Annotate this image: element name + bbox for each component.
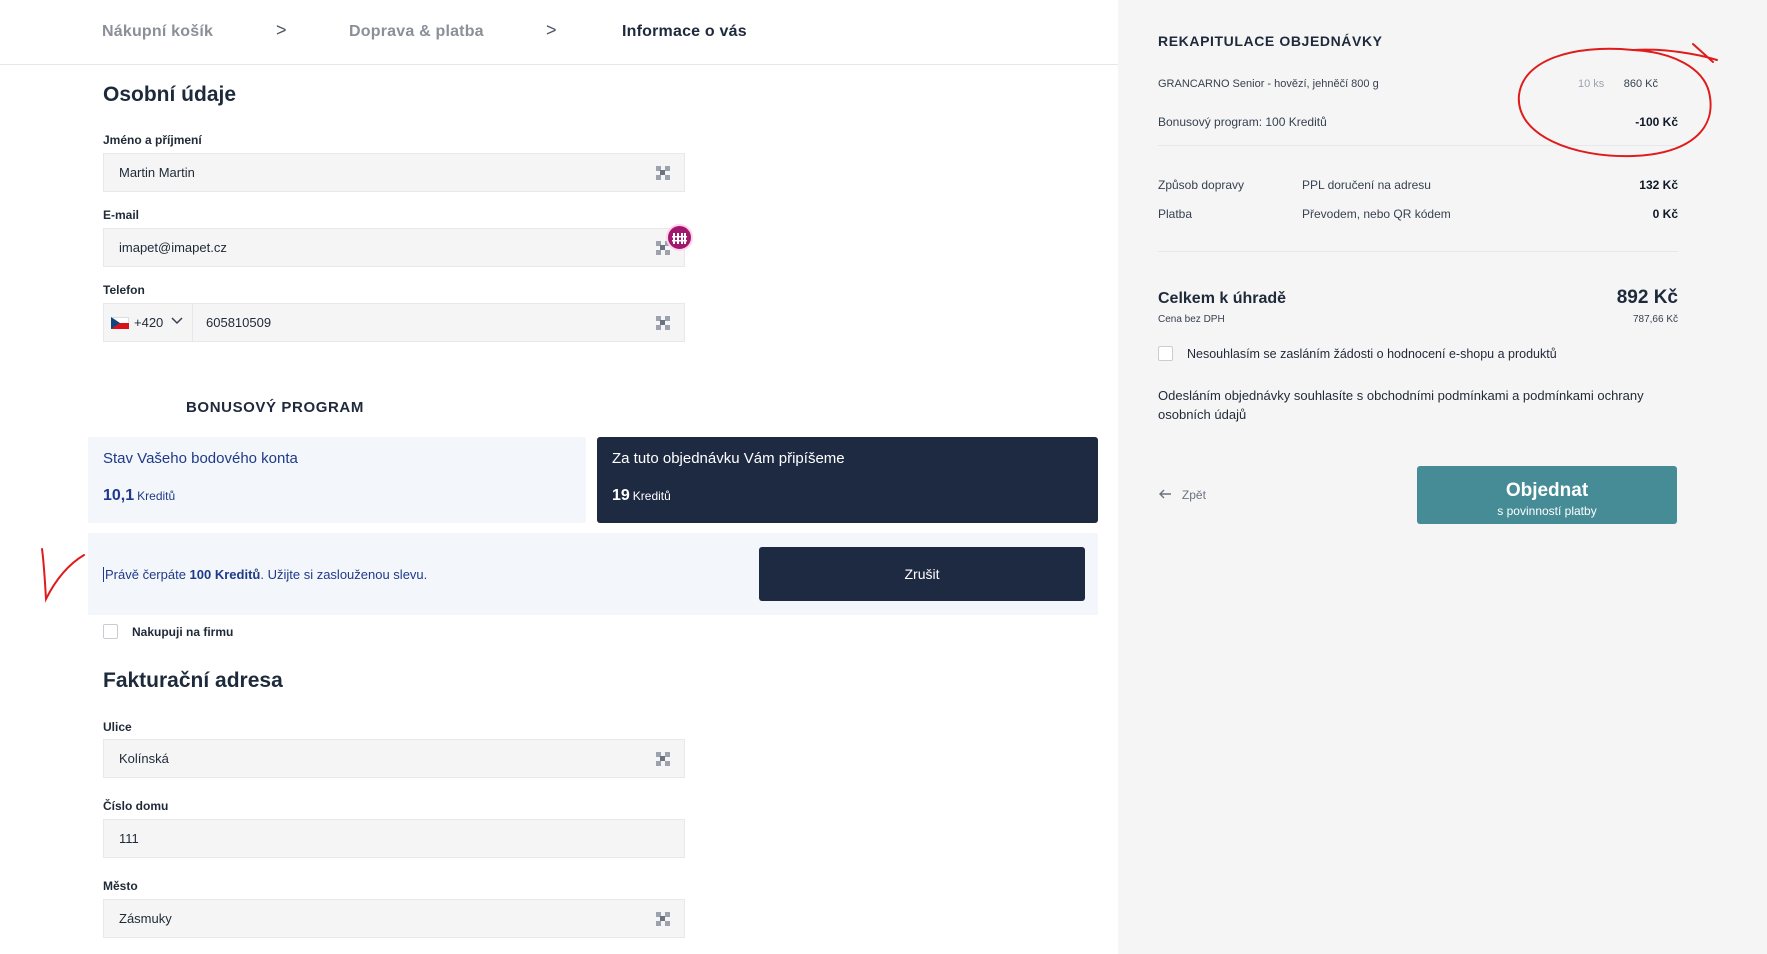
autofill-icon[interactable] xyxy=(656,316,670,330)
redeem-suffix: . Užijte si zaslouženou slevu. xyxy=(260,567,428,582)
bonus-redeem-text: Právě čerpáte 100 Kreditů. Užijte si zas… xyxy=(103,567,427,582)
phone-input[interactable]: +420 605810509 xyxy=(103,303,685,342)
shipping-method: PPL doručení na adresu xyxy=(1302,178,1431,192)
bonus-balance-value: 10,1 Kreditů xyxy=(103,487,175,505)
bonus-redeem-box: Právě čerpáte 100 Kreditů. Užijte si zas… xyxy=(88,533,1098,615)
place-order-button[interactable]: Objednat s povinností platby xyxy=(1417,466,1677,524)
shipping-label: Způsob dopravy xyxy=(1158,178,1245,192)
autofill-icon[interactable] xyxy=(656,912,670,926)
city-value: Zásmuky xyxy=(119,911,172,926)
summary-divider xyxy=(1158,251,1678,252)
bonus-balance-title: Stav Vašeho bodového konta xyxy=(103,450,298,467)
street-value: Kolínská xyxy=(119,751,169,766)
order-button-sublabel: s povinností platby xyxy=(1497,504,1597,518)
phone-label: Telefon xyxy=(103,283,145,297)
bonus-program-heading: BONUSOVÝ PROGRAM xyxy=(186,399,364,416)
total-net-value: 787,66 Kč xyxy=(1632,314,1678,325)
earn-unit: Kreditů xyxy=(632,489,671,503)
payment-label: Platba xyxy=(1158,207,1193,221)
email-value: imapet@imapet.cz xyxy=(119,240,227,255)
arrow-left-icon xyxy=(1159,486,1176,502)
name-value: Martin Martin xyxy=(119,165,195,180)
review-optout-label: Nesouhlasím se zasláním žádosti o hodnoc… xyxy=(1187,347,1557,361)
autofill-icon[interactable] xyxy=(656,752,670,766)
fence-icon xyxy=(672,232,687,244)
city-label: Město xyxy=(103,879,138,893)
summary-title: REKAPITULACE OBJEDNÁVKY xyxy=(1158,33,1383,49)
phone-value: 605810509 xyxy=(206,315,272,330)
password-manager-icon[interactable] xyxy=(666,224,693,251)
bonus-balance-card: Stav Vašeho bodového konta 10,1 Kreditů xyxy=(88,437,586,523)
balance-number: 10,1 xyxy=(103,487,135,504)
bonus-earn-title: Za tuto objednávku Vám připíšeme xyxy=(612,450,845,467)
email-input[interactable]: imapet@imapet.cz xyxy=(103,228,685,267)
total-sub-label: Cena bez DPH xyxy=(1158,314,1225,325)
street-input[interactable]: Kolínská xyxy=(103,739,685,778)
annotation-circle xyxy=(1517,43,1718,158)
chevron-down-icon xyxy=(171,313,183,332)
earn-number: 19 xyxy=(612,487,630,504)
redeem-prefix: Právě čerpáte xyxy=(105,567,190,582)
bonus-earn-value: 19 Kreditů xyxy=(612,487,671,505)
summary-bonus-label: Bonusový program: 100 Kreditů xyxy=(1158,115,1327,129)
name-input[interactable]: Martin Martin xyxy=(103,153,685,192)
personal-info-title: Osobní údaje xyxy=(103,83,237,106)
city-input[interactable]: Zásmuky xyxy=(103,899,685,938)
shipping-price: 132 Kč xyxy=(1639,178,1678,192)
checkout-form-column: Nákupní košík > Doprava & platba > Infor… xyxy=(0,0,1118,954)
annotation-checkmark xyxy=(41,548,85,603)
autofill-icon[interactable] xyxy=(656,166,670,180)
payment-method: Převodem, nebo QR kódem xyxy=(1302,207,1451,221)
payment-price: 0 Kč xyxy=(1652,207,1678,221)
total-value: 892 Kč xyxy=(1616,287,1678,308)
street-label: Ulice xyxy=(103,720,132,734)
back-label: Zpět xyxy=(1181,488,1206,502)
order-button-label: Objednat xyxy=(1505,480,1589,501)
terms-text: Odesláním objednávky souhlasíte s obchod… xyxy=(1158,388,1644,422)
breadcrumb-step-shipping[interactable]: Doprava & platba xyxy=(349,23,484,41)
chevron-right-icon: > xyxy=(546,20,557,40)
total-label: Celkem k úhradě xyxy=(1158,290,1287,307)
name-label: Jméno a příjmení xyxy=(103,133,202,147)
house-number-input[interactable]: 111 xyxy=(103,819,685,858)
review-optout-checkbox[interactable] xyxy=(1158,346,1173,361)
phone-prefix: +420 xyxy=(134,315,164,330)
house-number-label: Číslo domu xyxy=(103,799,169,813)
breadcrumb-step-info: Informace o vás xyxy=(622,23,747,40)
company-checkbox-label: Nakupuji na firmu xyxy=(132,625,234,639)
czech-flag-icon xyxy=(111,317,129,329)
redeem-amount: 100 Kreditů xyxy=(189,567,261,582)
breadcrumb-step-cart[interactable]: Nákupní košík xyxy=(102,23,213,41)
billing-address-title: Fakturační adresa xyxy=(103,669,283,692)
back-link[interactable]: Zpět xyxy=(1159,486,1206,502)
chevron-right-icon: > xyxy=(276,20,287,40)
cancel-redeem-button[interactable]: Zrušit xyxy=(759,547,1085,601)
company-checkbox[interactable] xyxy=(103,624,118,639)
house-number-value: 111 xyxy=(119,831,139,846)
checkout-breadcrumb: Nákupní košík > Doprava & platba > Infor… xyxy=(0,0,1118,65)
balance-unit: Kreditů xyxy=(137,489,176,503)
bonus-earn-card: Za tuto objednávku Vám připíšeme 19 Kredi… xyxy=(597,437,1098,523)
phone-country-select[interactable]: +420 xyxy=(104,304,193,341)
email-label: E-mail xyxy=(103,208,140,222)
summary-item-name: GRANCARNO Senior - hovězí, jehněčí 800 g xyxy=(1158,78,1379,90)
